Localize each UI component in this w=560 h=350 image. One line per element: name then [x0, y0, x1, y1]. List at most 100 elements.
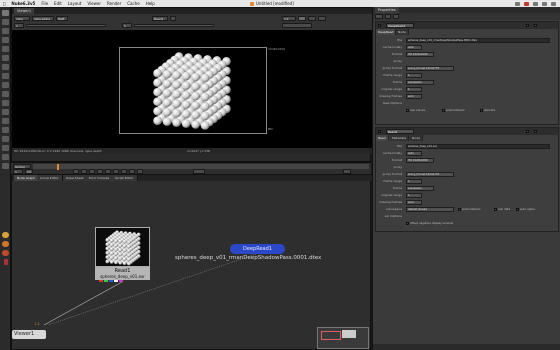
knob-value[interactable]: auto — [406, 151, 422, 156]
panel-close-icon[interactable] — [534, 24, 537, 27]
gamma-field[interactable]: 1 — [122, 23, 132, 28]
particles-nodes-icon[interactable] — [2, 118, 9, 124]
color-option-checkbox[interactable]: premultiplied — [458, 206, 480, 212]
max-panels-field[interactable] — [375, 14, 383, 19]
furnace-nodes-icon[interactable] — [2, 145, 9, 151]
panel-collapse-toggle[interactable] — [378, 130, 381, 133]
time-nodes-icon[interactable] — [2, 28, 9, 34]
knob-value[interactable]: error — [406, 94, 422, 99]
mail-icon[interactable] — [524, 1, 529, 6]
gamma-slider[interactable] — [134, 24, 214, 27]
ocula-nodes-icon[interactable] — [2, 154, 9, 160]
panel-close-icon[interactable] — [534, 130, 537, 133]
viewer-info-text: HD 1920x1080 bbox: 0 0 1920 1080 channel… — [14, 149, 102, 153]
tab-read[interactable]: Read — [376, 135, 389, 141]
compare-dropdown[interactable] — [170, 16, 176, 21]
lut-dropdown[interactable] — [282, 23, 312, 28]
menu-help[interactable]: Help — [146, 1, 155, 6]
menu-render[interactable]: Render — [107, 1, 121, 6]
roi-button[interactable] — [308, 16, 316, 21]
menu-file[interactable]: File — [41, 1, 48, 6]
tab-metadata[interactable]: Metadata — [390, 135, 410, 141]
tab-node[interactable]: Node — [396, 29, 409, 35]
deepread1-name-field[interactable]: DeepRead1 — [386, 23, 414, 28]
knob-row: frame expression — [376, 185, 558, 191]
merge-nodes-icon[interactable] — [2, 73, 9, 79]
channel-nodes-icon[interactable] — [2, 37, 9, 43]
apple-menu[interactable]:  — [3, 1, 5, 6]
other-nodes-icon[interactable] — [2, 136, 9, 142]
menu-cache[interactable]: Cache — [127, 1, 139, 6]
views-nodes-icon[interactable] — [2, 100, 9, 106]
node-graph-pane[interactable]: Node Graph Curve Editor Dope Sheet Error… — [11, 174, 372, 350]
knob-value[interactable]: error — [406, 200, 422, 205]
spotlight-icon[interactable] — [551, 1, 556, 6]
tool-orange2-icon[interactable] — [2, 241, 9, 247]
panel-float-button[interactable] — [526, 24, 529, 27]
knob-value[interactable]: HD 1920x1080 — [406, 52, 434, 57]
channels-dropdown[interactable]: rgba — [14, 16, 30, 21]
clear-panels-button[interactable] — [393, 14, 399, 19]
transform-nodes-icon[interactable] — [2, 82, 9, 88]
knob-value[interactable]: 1 — [406, 193, 422, 198]
knob-value[interactable]: expression — [406, 186, 434, 191]
deep-nodes-icon[interactable] — [2, 127, 9, 133]
node-graph-minimap[interactable] — [317, 327, 369, 349]
filter-nodes-icon[interactable] — [2, 55, 9, 61]
layer-dropdown[interactable]: rgba.alpha — [32, 16, 54, 21]
color-option-checkbox[interactable]: auto alpha — [516, 206, 535, 212]
knob-value[interactable]: 1 — [406, 73, 422, 78]
knob-value[interactable]: HD 1920x1080 — [406, 158, 434, 163]
metadata-nodes-icon[interactable] — [2, 109, 9, 115]
viewer-canvas[interactable]: 2048x1556 HD — [12, 30, 372, 148]
knob-value[interactable]: expression — [406, 80, 434, 85]
raw-option-checkbox[interactable]: discrete — [480, 107, 495, 113]
panel-float-button[interactable] — [526, 130, 529, 133]
status-icon[interactable] — [515, 1, 520, 6]
zoom-dropdown[interactable]: 1:1 — [282, 16, 296, 21]
viewer1-node[interactable]: Viewer1 — [12, 330, 46, 339]
lock-panels-button[interactable] — [385, 14, 391, 19]
color-nodes-icon[interactable] — [2, 46, 9, 52]
plugins-nodes-icon[interactable] — [2, 163, 9, 169]
knob-value[interactable]: auto — [406, 45, 422, 50]
keyer-nodes-icon[interactable] — [2, 64, 9, 70]
draw-nodes-icon[interactable] — [2, 19, 9, 25]
exr-option-checkbox[interactable]: offset negative display window — [406, 220, 453, 226]
proxy-button[interactable] — [298, 16, 306, 21]
lock-button[interactable] — [318, 16, 326, 21]
knob-value[interactable]: 1 — [406, 179, 422, 184]
tab-deepread[interactable]: DeepRead — [376, 29, 397, 35]
tool-orange-icon[interactable] — [2, 232, 9, 238]
wifi-icon[interactable] — [533, 1, 538, 6]
gain-field[interactable]: 1 — [14, 23, 24, 28]
app-menu[interactable]: Nuke6.3v5 — [11, 1, 35, 6]
minimap-viewport[interactable] — [321, 331, 341, 340]
color-option-checkbox[interactable]: raw data — [494, 206, 510, 212]
3d-nodes-icon[interactable] — [2, 91, 9, 97]
raw-option-checkbox[interactable]: raw values — [406, 107, 425, 113]
image-nodes-icon[interactable] — [2, 10, 9, 16]
deepread1-node[interactable]: DeepRead1 — [230, 244, 285, 254]
knob-value[interactable]: proxy_format 1024x778 — [406, 66, 454, 71]
raw-option-checkbox[interactable]: premultiplied — [442, 107, 464, 113]
read1-node[interactable]: Read1 spheres_deep_v01.exr — [95, 227, 150, 282]
knob-value[interactable]: proxy_format 1024x778 — [406, 172, 454, 177]
tool-red-icon[interactable] — [2, 250, 9, 256]
panel-collapse-toggle[interactable] — [378, 24, 381, 27]
menu-viewer[interactable]: Viewer — [87, 1, 101, 6]
knob-value[interactable]: spheres_deep_v01_rmanDeepShadowPass.0001… — [406, 38, 550, 43]
knob-value[interactable]: default (linear) — [406, 207, 454, 212]
tab-node[interactable]: Node — [410, 135, 423, 141]
display-dropdown[interactable]: RGB — [56, 16, 68, 21]
knob-value[interactable]: spheres_deep_v01.exr — [406, 144, 550, 149]
input-dropdown[interactable]: Read1 — [152, 16, 168, 21]
volume-icon[interactable] — [542, 1, 547, 6]
menu-layout[interactable]: Layout — [68, 1, 82, 6]
knob-value[interactable]: 1 — [406, 87, 422, 92]
read1-name-field[interactable]: Read1 — [386, 129, 414, 134]
sphere — [114, 247, 118, 252]
gain-slider[interactable] — [26, 24, 106, 27]
tool-pin-icon[interactable] — [4, 259, 8, 265]
menu-edit[interactable]: Edit — [54, 1, 62, 6]
